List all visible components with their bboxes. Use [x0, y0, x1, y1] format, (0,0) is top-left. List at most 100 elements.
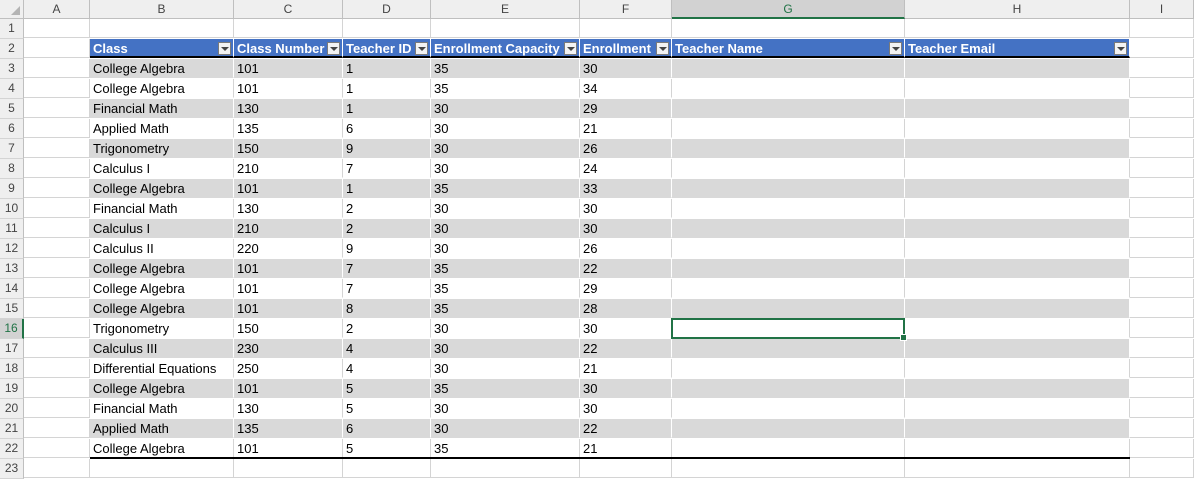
cell-a22[interactable] [24, 439, 90, 458]
cell-e23[interactable] [431, 459, 580, 478]
cell-h13[interactable] [905, 259, 1130, 278]
cell-g20[interactable] [672, 399, 905, 418]
cell-e8[interactable]: 30 [431, 159, 580, 178]
cell-b20[interactable]: Financial Math [90, 399, 234, 418]
row-header-19[interactable]: 19 [0, 379, 24, 399]
cell-h8[interactable] [905, 159, 1130, 178]
cell-e3[interactable]: 35 [431, 59, 580, 78]
cell-f5[interactable]: 29 [580, 99, 672, 118]
cell-c15[interactable]: 101 [234, 299, 343, 318]
cell-i12[interactable] [1130, 239, 1194, 258]
cell-c12[interactable]: 220 [234, 239, 343, 258]
cell-c7[interactable]: 150 [234, 139, 343, 158]
cell-d15[interactable]: 8 [343, 299, 431, 318]
cell-i5[interactable] [1130, 99, 1194, 118]
row-header-9[interactable]: 9 [0, 179, 24, 199]
cell-d21[interactable]: 6 [343, 419, 431, 438]
row-header-21[interactable]: 21 [0, 419, 24, 439]
cell-f17[interactable]: 22 [580, 339, 672, 358]
cell-i9[interactable] [1130, 179, 1194, 198]
cell-e12[interactable]: 30 [431, 239, 580, 258]
cell-e19[interactable]: 35 [431, 379, 580, 398]
cell-a15[interactable] [24, 299, 90, 318]
cell-g14[interactable] [672, 279, 905, 298]
filter-dropdown-icon[interactable] [327, 42, 340, 55]
column-header-c[interactable]: C [234, 0, 343, 19]
cell-d18[interactable]: 4 [343, 359, 431, 378]
cell-i14[interactable] [1130, 279, 1194, 298]
select-all-corner[interactable] [0, 0, 24, 19]
cell-c8[interactable]: 210 [234, 159, 343, 178]
cell-b12[interactable]: Calculus II [90, 239, 234, 258]
cell-e22[interactable]: 35 [431, 439, 580, 458]
cell-g9[interactable] [672, 179, 905, 198]
cell-b14[interactable]: College Algebra [90, 279, 234, 298]
cell-e16[interactable]: 30 [431, 319, 580, 338]
cell-f12[interactable]: 26 [580, 239, 672, 258]
cell-d20[interactable]: 5 [343, 399, 431, 418]
cell-f10[interactable]: 30 [580, 199, 672, 218]
cell-e15[interactable]: 35 [431, 299, 580, 318]
cell-h22[interactable] [905, 439, 1130, 458]
row-header-10[interactable]: 10 [0, 199, 24, 219]
cell-d4[interactable]: 1 [343, 79, 431, 98]
cell-f7[interactable]: 26 [580, 139, 672, 158]
cell-b1[interactable] [90, 19, 234, 38]
cell-a1[interactable] [24, 19, 90, 38]
cell-c23[interactable] [234, 459, 343, 478]
row-header-11[interactable]: 11 [0, 219, 24, 239]
cell-f14[interactable]: 29 [580, 279, 672, 298]
row-header-13[interactable]: 13 [0, 259, 24, 279]
cell-f19[interactable]: 30 [580, 379, 672, 398]
cell-c10[interactable]: 130 [234, 199, 343, 218]
cell-i1[interactable] [1130, 19, 1194, 38]
cell-h21[interactable] [905, 419, 1130, 438]
cell-d8[interactable]: 7 [343, 159, 431, 178]
cell-a17[interactable] [24, 339, 90, 358]
cell-i15[interactable] [1130, 299, 1194, 318]
cell-c14[interactable]: 101 [234, 279, 343, 298]
cell-d12[interactable]: 9 [343, 239, 431, 258]
cell-f16[interactable]: 30 [580, 319, 672, 338]
cell-f22[interactable]: 21 [580, 439, 672, 458]
row-header-16[interactable]: 16 [0, 319, 24, 339]
cell-e5[interactable]: 30 [431, 99, 580, 118]
table-header-h[interactable]: Teacher Email [905, 39, 1130, 58]
filter-dropdown-icon[interactable] [218, 42, 231, 55]
cell-a6[interactable] [24, 119, 90, 138]
cell-a11[interactable] [24, 219, 90, 238]
cell-f13[interactable]: 22 [580, 259, 672, 278]
filter-dropdown-icon[interactable] [415, 42, 428, 55]
cell-a12[interactable] [24, 239, 90, 258]
cell-e13[interactable]: 35 [431, 259, 580, 278]
cell-i2[interactable] [1130, 39, 1194, 58]
column-header-h[interactable]: H [905, 0, 1130, 19]
row-header-8[interactable]: 8 [0, 159, 24, 179]
row-header-5[interactable]: 5 [0, 99, 24, 119]
cell-b18[interactable]: Differential Equations [90, 359, 234, 378]
row-header-3[interactable]: 3 [0, 59, 24, 79]
cell-d3[interactable]: 1 [343, 59, 431, 78]
cell-h14[interactable] [905, 279, 1130, 298]
cell-e6[interactable]: 30 [431, 119, 580, 138]
cell-a10[interactable] [24, 199, 90, 218]
cell-d7[interactable]: 9 [343, 139, 431, 158]
cell-a2[interactable] [24, 39, 90, 58]
row-header-15[interactable]: 15 [0, 299, 24, 319]
cell-i10[interactable] [1130, 199, 1194, 218]
table-header-f[interactable]: Enrollment [580, 39, 672, 58]
cell-c3[interactable]: 101 [234, 59, 343, 78]
cell-c20[interactable]: 130 [234, 399, 343, 418]
cell-g21[interactable] [672, 419, 905, 438]
cell-a7[interactable] [24, 139, 90, 158]
cell-c21[interactable]: 135 [234, 419, 343, 438]
cell-d19[interactable]: 5 [343, 379, 431, 398]
cell-f3[interactable]: 30 [580, 59, 672, 78]
cell-c6[interactable]: 135 [234, 119, 343, 138]
cell-g6[interactable] [672, 119, 905, 138]
row-header-6[interactable]: 6 [0, 119, 24, 139]
cell-g16[interactable] [672, 319, 905, 338]
cell-h6[interactable] [905, 119, 1130, 138]
cell-d6[interactable]: 6 [343, 119, 431, 138]
cell-g13[interactable] [672, 259, 905, 278]
